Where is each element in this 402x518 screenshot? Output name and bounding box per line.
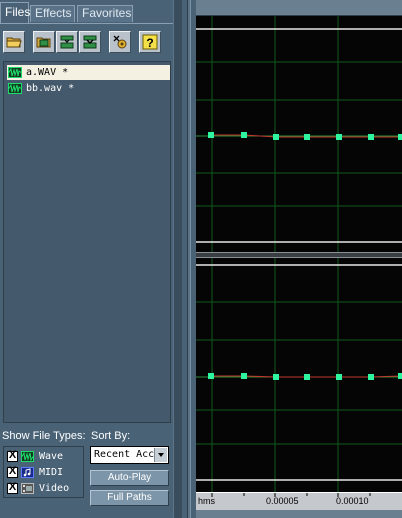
splitter-grip[interactable] — [187, 0, 191, 518]
close-file-button[interactable] — [56, 31, 78, 53]
channel-left-waveform — [196, 16, 402, 252]
file-row-bb-wav[interactable]: bb.wav * — [7, 81, 170, 96]
waveform-display[interactable]: hms 0.00005 0.00010 — [196, 0, 402, 518]
sort-by-value: Recent Acc — [94, 449, 155, 460]
waveform-bottom-bar[interactable] — [196, 510, 402, 518]
file-type-filters: X Wave X MIDI X Video — [3, 446, 84, 498]
video-icon — [21, 483, 34, 494]
file-toolbar: ? — [0, 28, 182, 56]
ruler-unit-label: hms — [198, 496, 216, 506]
open-folder-icon — [6, 37, 22, 48]
file-name: bb.wav * — [26, 83, 75, 94]
close-all-icon — [83, 35, 97, 49]
help-icon: ? — [142, 34, 158, 50]
ruler-ticks — [211, 493, 371, 497]
channel-right-waveform — [196, 258, 402, 492]
ruler-tick-label: 0.00005 — [266, 496, 299, 506]
open-folder-button[interactable] — [3, 31, 25, 53]
file-panel: Files Effects Favorites ? a.WAV * bb.wav… — [0, 0, 182, 518]
sort-by-label: Sort By: — [91, 430, 131, 442]
svg-text:?: ? — [146, 36, 153, 50]
full-paths-button[interactable]: Full Paths — [90, 490, 169, 506]
time-ruler[interactable]: hms 0.00005 0.00010 — [196, 492, 402, 510]
channel-left[interactable] — [196, 16, 402, 256]
tab-effects[interactable]: Effects — [30, 5, 75, 22]
filter-video[interactable]: X Video — [7, 481, 83, 496]
video-checkbox[interactable]: X — [7, 481, 18, 494]
wave-file-icon — [8, 83, 22, 94]
open-file-icon — [36, 37, 51, 48]
file-name: a.WAV * — [26, 67, 69, 78]
close-file-icon — [60, 35, 74, 49]
file-list[interactable]: a.WAV * bb.wav * — [3, 61, 171, 423]
midi-checkbox[interactable]: X — [7, 465, 18, 478]
auto-settings-button[interactable] — [109, 31, 131, 53]
tab-files[interactable]: Files — [0, 2, 30, 23]
show-file-types-label: Show File Types: — [2, 430, 86, 442]
ruler-tick-label: 0.00010 — [336, 496, 369, 506]
tab-divider — [0, 23, 182, 24]
auto-settings-icon — [113, 35, 127, 49]
sort-by-select[interactable]: Recent Acc — [90, 446, 169, 464]
wave-icon — [21, 451, 34, 462]
close-all-button[interactable] — [79, 31, 101, 53]
midi-icon — [21, 467, 34, 478]
filter-midi[interactable]: X MIDI — [7, 465, 83, 480]
waveform-top-bar[interactable] — [196, 0, 402, 16]
chevron-down-icon[interactable] — [154, 448, 167, 462]
tab-favorites[interactable]: Favorites — [77, 5, 133, 22]
video-label: Video — [39, 483, 70, 494]
file-options: Show File Types: Sort By: X Wave X MIDI — [0, 428, 182, 518]
panel-tabs: Files Effects Favorites — [0, 2, 182, 24]
auto-play-button[interactable]: Auto-Play — [90, 470, 169, 486]
filter-wave[interactable]: X Wave — [7, 449, 83, 464]
midi-label: MIDI — [39, 467, 64, 478]
wave-label: Wave — [39, 451, 64, 462]
panel-splitter[interactable] — [182, 0, 204, 518]
open-file-button[interactable] — [33, 31, 55, 53]
help-button[interactable]: ? — [139, 31, 161, 53]
channel-right[interactable] — [196, 258, 402, 492]
wave-checkbox[interactable]: X — [7, 449, 18, 462]
wave-file-icon — [8, 67, 22, 78]
file-row-a-wav[interactable]: a.WAV * — [7, 65, 170, 80]
